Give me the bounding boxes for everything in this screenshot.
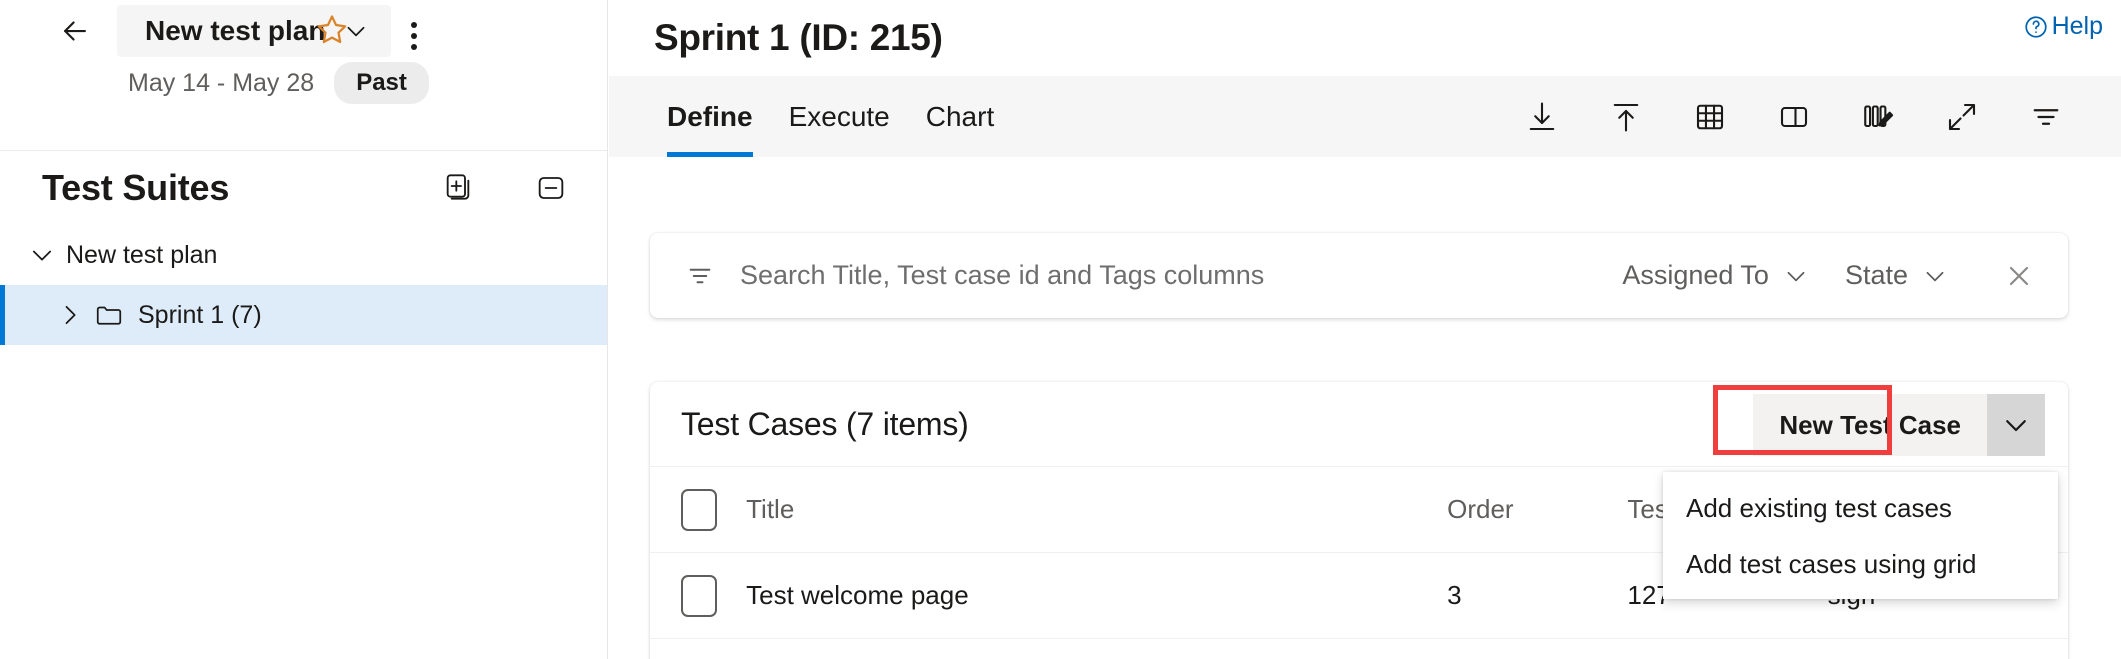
select-all-checkbox[interactable]: [681, 489, 717, 531]
plan-dates-row: May 14 - May 28 Past: [0, 62, 607, 104]
filter-icon: [2028, 99, 2064, 135]
new-suite-button[interactable]: [439, 168, 479, 208]
favorite-button[interactable]: [308, 6, 356, 54]
new-test-case-dropdown-toggle[interactable]: [1987, 394, 2045, 456]
select-all-header: [650, 467, 746, 553]
menu-item-add-existing-test-cases[interactable]: Add existing test cases: [1663, 480, 2058, 536]
filter-assigned-to[interactable]: Assigned To: [1604, 260, 1827, 291]
arrow-left-icon: [58, 14, 92, 48]
back-button[interactable]: [53, 9, 97, 53]
fullscreen-icon: [1944, 99, 1980, 135]
grid-view-icon: [1692, 99, 1728, 135]
cell-title: Test welcome page: [746, 553, 1447, 639]
collapse-all-icon: [535, 172, 567, 204]
page-title: Sprint 1 (ID: 215): [654, 17, 943, 59]
test-plan-sidebar: New test plan May 14 - May 28 Past: [0, 0, 608, 659]
filter-state[interactable]: State: [1827, 260, 1966, 291]
chevron-right-icon[interactable]: [52, 301, 88, 329]
close-icon: [2003, 260, 2035, 292]
column-options-button[interactable]: [1849, 88, 1907, 146]
more-vertical-icon-dot-1: [411, 22, 417, 28]
new-suite-icon: [443, 172, 475, 204]
tree-item-new-test-plan[interactable]: New test plan: [0, 225, 607, 285]
main-title-bar: Sprint 1 (ID: 215) Help: [609, 0, 2121, 76]
chevron-down-icon[interactable]: [24, 241, 60, 269]
search-input[interactable]: [720, 260, 1604, 291]
new-test-case-dropdown-menu: Add existing test cases Add test cases u…: [1663, 472, 2058, 599]
column-header-order[interactable]: Order: [1447, 467, 1627, 553]
test-cases-toolbar: Test Cases (7 items) New Test Case: [650, 382, 2068, 466]
more-options-button[interactable]: [392, 14, 436, 58]
new-test-case-split-button: New Test Case: [1753, 394, 2045, 456]
tabs: Define Execute Chart: [609, 76, 1012, 157]
filter-lines-icon[interactable]: [680, 261, 720, 291]
plan-dates: May 14 - May 28: [128, 69, 314, 98]
plan-name: New test plan: [145, 15, 325, 47]
collapse-all-button[interactable]: [531, 168, 571, 208]
tab-execute[interactable]: Execute: [771, 76, 908, 157]
filter-assigned-to-label: Assigned To: [1622, 260, 1769, 291]
grid-toolbar-actions: [1513, 88, 2121, 146]
grid-view-button[interactable]: [1681, 88, 1739, 146]
test-suites-header: Test Suites: [0, 151, 607, 225]
folder-icon: [88, 300, 130, 330]
row-select-cell: [650, 553, 746, 639]
plan-header: New test plan May 14 - May 28 Past: [0, 0, 607, 151]
test-suites-title: Test Suites: [42, 167, 229, 209]
search-filter-bar: Assigned To State: [650, 233, 2068, 318]
help-link[interactable]: Help: [2023, 12, 2103, 41]
export-button[interactable]: [1597, 88, 1655, 146]
plan-state-badge: Past: [334, 62, 429, 104]
import-icon: [1524, 99, 1560, 135]
tree-item-label: New test plan: [66, 241, 217, 270]
tabs-bar: Define Execute Chart: [609, 76, 2121, 157]
row-checkbox[interactable]: [681, 575, 717, 617]
tab-chart[interactable]: Chart: [908, 76, 1012, 157]
split-pane-button[interactable]: [1765, 88, 1823, 146]
test-suites-actions: [439, 168, 571, 208]
more-vertical-icon-dot-2: [411, 33, 417, 39]
test-suite-tree: New test plan Sprint 1 (7): [0, 225, 607, 345]
question-circle-icon: [2023, 14, 2049, 40]
chevron-down-icon: [2001, 410, 2031, 440]
column-header-title[interactable]: Title: [746, 467, 1447, 553]
tree-item-sprint-1[interactable]: Sprint 1 (7): [0, 285, 607, 345]
new-test-case-button[interactable]: New Test Case: [1753, 394, 1987, 456]
star-icon: [314, 12, 350, 48]
filter-button[interactable]: [2017, 88, 2075, 146]
tree-item-label: Sprint 1 (7): [138, 301, 262, 330]
clear-filters-button[interactable]: [1996, 253, 2042, 299]
cell-order: 3: [1447, 553, 1627, 639]
export-icon: [1608, 99, 1644, 135]
menu-item-add-test-cases-using-grid[interactable]: Add test cases using grid: [1663, 536, 2058, 592]
fullscreen-button[interactable]: [1933, 88, 1991, 146]
help-label: Help: [2052, 12, 2103, 41]
filter-state-label: State: [1845, 260, 1908, 291]
tab-define[interactable]: Define: [649, 76, 771, 157]
split-pane-icon: [1776, 99, 1812, 135]
chevron-down-icon: [1922, 263, 1948, 289]
column-options-icon: [1860, 99, 1896, 135]
more-vertical-icon-dot-3: [411, 44, 417, 50]
chevron-down-icon: [1783, 263, 1809, 289]
test-cases-title: Test Cases (7 items): [681, 406, 969, 443]
import-button[interactable]: [1513, 88, 1571, 146]
